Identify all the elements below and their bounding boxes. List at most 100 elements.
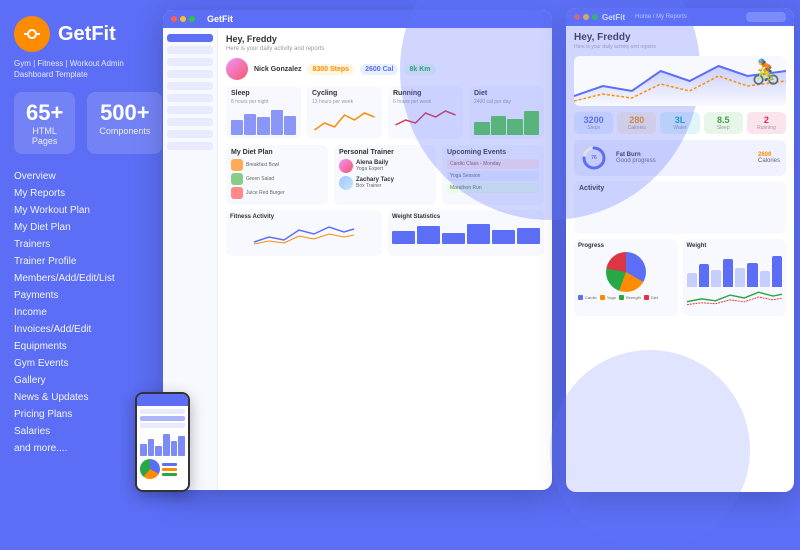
window-controls <box>171 16 195 22</box>
diet-item-2: Green Salad <box>231 173 323 185</box>
fitness-chart-svg <box>230 222 378 247</box>
sleep-lbl: Sleep <box>708 125 739 131</box>
progress-pie <box>606 252 646 292</box>
diet-img-3 <box>231 187 243 199</box>
diet-text-2: Green Salad <box>246 176 274 182</box>
nav-item-more[interactable]: and more.... <box>14 440 141 457</box>
bg-circle-2 <box>550 350 750 550</box>
wb-4 <box>723 259 733 287</box>
nav-item-payments[interactable]: Payments <box>14 287 141 304</box>
nav-item-trainers[interactable]: Trainers <box>14 236 141 253</box>
html-pages-label: HTML Pages <box>26 126 63 146</box>
logo-icon <box>14 16 50 52</box>
trainer-avatar-1 <box>339 159 353 173</box>
mobile-body <box>137 406 188 482</box>
sleep-chart <box>231 105 296 135</box>
w-bar-4 <box>467 224 490 244</box>
progress-ring: 76 <box>580 144 608 172</box>
nav-item-gallery[interactable]: Gallery <box>14 372 141 389</box>
cycling-title: Cycling <box>312 90 377 97</box>
mob-leg-1 <box>162 463 177 466</box>
sidebar-item-7 <box>167 118 213 126</box>
trainer-info-2: Box Trainer <box>356 183 394 189</box>
nav-item-news[interactable]: News & Updates <box>14 389 141 406</box>
sleep-card: Sleep 8 hours per night <box>226 86 301 139</box>
search-bar[interactable] <box>746 12 786 22</box>
trainer-info-1: Yoga Expert <box>356 166 388 172</box>
mobile-pie <box>140 459 160 479</box>
wb-3 <box>711 270 721 288</box>
mob-bar-2 <box>148 439 155 457</box>
sidebar-item-8 <box>167 130 213 138</box>
minimize-dot <box>180 16 186 22</box>
nav-item-workout[interactable]: My Workout Plan <box>14 202 141 219</box>
wb-2 <box>699 264 709 287</box>
diet-img-1 <box>231 159 243 171</box>
steps-stat: 8300 Steps <box>307 64 354 75</box>
nav-item-events[interactable]: Gym Events <box>14 355 141 372</box>
nav-item-trainer-profile[interactable]: Trainer Profile <box>14 253 141 270</box>
mob-bar-5 <box>171 441 178 456</box>
wb-7 <box>760 271 770 287</box>
legend-2: Yoga <box>600 295 616 300</box>
cycling-chart <box>312 105 377 135</box>
diet-img-2 <box>231 173 243 185</box>
legend-color-3 <box>619 295 624 300</box>
nav-item-members[interactable]: Members/Add/Edit/List <box>14 270 141 287</box>
bottom-charts: Progress Cardio Yoga <box>574 239 786 316</box>
weight-bar-card: Weight <box>683 239 787 316</box>
legend-label-3: Strength <box>626 295 641 300</box>
fitness-activity-title: Fitness Activity <box>230 214 378 220</box>
mob-bar-4 <box>163 434 170 457</box>
nav-links: Overview My Reports My Workout Plan My D… <box>14 168 141 457</box>
nav-item-overview[interactable]: Overview <box>14 168 141 185</box>
diet-item-1: Breakfast Bowl <box>231 159 323 171</box>
mob-leg-2 <box>162 468 177 471</box>
legend-color-4 <box>644 295 649 300</box>
personal-trainer-card: Personal Trainer Alena Baily Yoga Expert <box>334 145 436 205</box>
nav-item-invoices[interactable]: Invoices/Add/Edit <box>14 321 141 338</box>
main-line-chart: 🚴 <box>574 56 786 106</box>
w-bar-1 <box>392 231 415 244</box>
wb-6 <box>747 263 757 288</box>
nav-item-diet[interactable]: My Diet Plan <box>14 219 141 236</box>
components-label: Components <box>99 126 150 136</box>
html-pages-num: 65+ <box>26 100 63 126</box>
diet-plan-card: My Diet Plan Breakfast Bowl Green Salad <box>226 145 328 205</box>
weight-line-chart <box>687 287 783 307</box>
stats-row: 65+ HTML Pages 500+ Components Easy Cust… <box>14 92 141 154</box>
running-num: 2 <box>751 115 782 125</box>
legend-label-4: Diet <box>651 295 658 300</box>
mobile-row-2 <box>140 416 185 421</box>
calories-right: 2600Calories <box>758 152 780 164</box>
nav-item-equipments[interactable]: Equipments <box>14 338 141 355</box>
running-lbl: Running <box>751 125 782 131</box>
fitness-activity-card: Fitness Activity <box>226 210 382 256</box>
wb-8 <box>772 256 782 288</box>
w-bar-2 <box>417 226 440 244</box>
diet-text-3: Juice Red Burger <box>246 190 285 196</box>
legend-label-1: Cardio <box>585 295 597 300</box>
w-bar-5 <box>492 230 515 244</box>
w-bar-3 <box>442 233 465 244</box>
sidebar-item-2 <box>167 58 213 66</box>
html-pages-stat: 65+ HTML Pages <box>14 92 75 154</box>
mobile-legend <box>162 459 177 479</box>
diet-bar-3 <box>507 119 523 136</box>
progress-title: Progress <box>578 243 674 249</box>
sleep-mini: 8.5 Sleep <box>704 112 743 134</box>
nav-item-pricing[interactable]: Pricing Plans <box>14 406 141 423</box>
mobile-preview <box>135 392 190 492</box>
sidebar-item-active <box>167 34 213 42</box>
nav-item-income[interactable]: Income <box>14 304 141 321</box>
nav-item-salaries[interactable]: Salaries <box>14 423 141 440</box>
nav-item-reports[interactable]: My Reports <box>14 185 141 202</box>
pie-legend: Cardio Yoga Strength <box>578 295 674 300</box>
sidebar-item-6 <box>167 106 213 114</box>
trainer-avatar-2 <box>339 176 353 190</box>
dash-logo: GetFit <box>207 14 233 24</box>
diet-text-1: Breakfast Bowl <box>246 162 279 168</box>
sidebar-item-5 <box>167 94 213 102</box>
logo-area: GetFit <box>14 16 141 52</box>
app-subtitle: Gym | Fitness | Workout Admin Dashboard … <box>14 58 141 80</box>
